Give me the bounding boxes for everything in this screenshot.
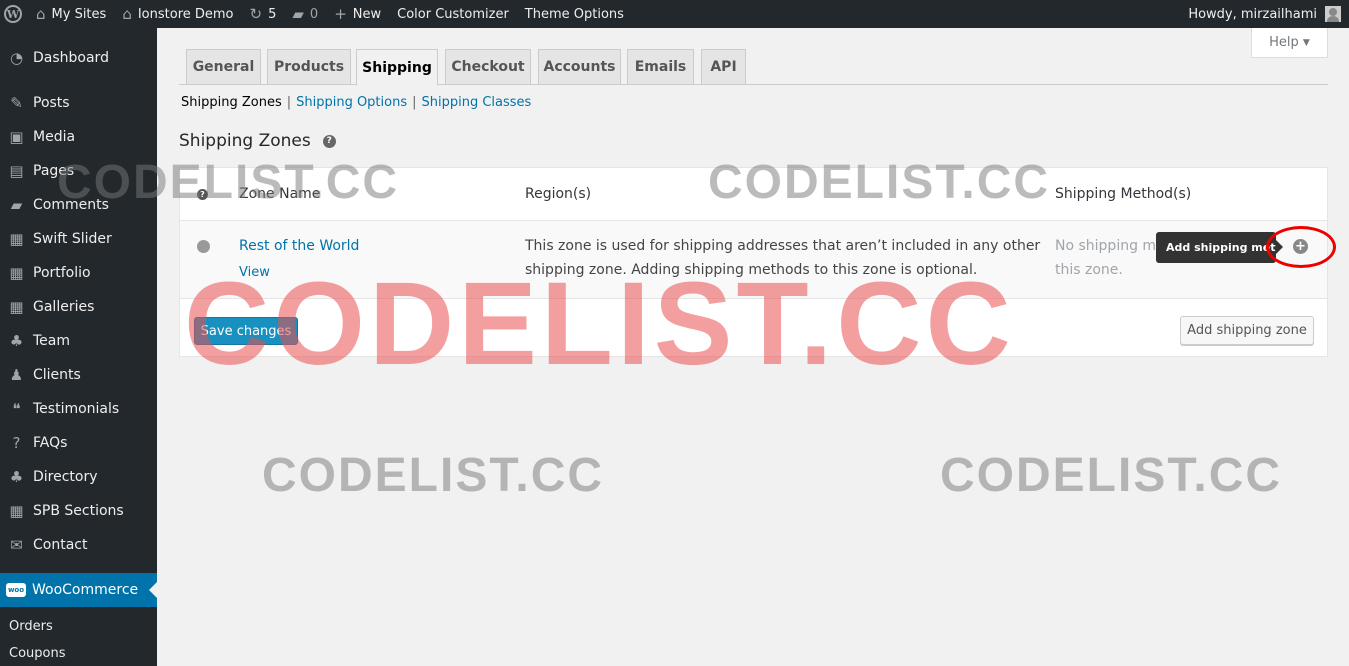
column-regions: Region(s) xyxy=(525,186,592,202)
tab-products[interactable]: Products xyxy=(267,49,351,85)
quote-icon: ❝ xyxy=(12,400,21,418)
dashboard-icon: ◔ xyxy=(9,49,24,67)
grid-icon: ▦ xyxy=(9,502,24,520)
add-shipping-zone-button[interactable]: Add shipping zone xyxy=(1180,316,1314,345)
pages-icon: ▤ xyxy=(9,162,24,180)
home-icon: ⌂ xyxy=(36,4,46,23)
dropdown-arrow-icon: ▼ xyxy=(1302,37,1310,48)
new-content-menu[interactable]: + New xyxy=(326,0,389,28)
sidebar-item-testimonials[interactable]: ❝ Testimonials xyxy=(0,392,157,426)
sidebar-item-contact[interactable]: ✉ Contact xyxy=(0,528,157,562)
sidebar-item-woocommerce[interactable]: woo WooCommerce xyxy=(0,573,157,607)
comments-menu[interactable]: ▰ 0 xyxy=(284,0,326,28)
help-icon: ? xyxy=(12,434,21,452)
sidebar-item-portfolio[interactable]: ▦ Portfolio xyxy=(0,256,157,290)
avatar xyxy=(1325,6,1341,22)
highlight-circle xyxy=(1266,226,1336,268)
tab-emails[interactable]: Emails xyxy=(627,49,694,85)
sidebar-subitem-orders[interactable]: Orders xyxy=(9,619,53,634)
sidebar-item-faqs[interactable]: ? FAQs xyxy=(0,426,157,460)
sidebar-item-team[interactable]: ♣ Team xyxy=(0,324,157,358)
woocommerce-icon: woo xyxy=(6,583,26,597)
watermark: CODELIST.CC xyxy=(184,258,1015,390)
theme-options-link[interactable]: Theme Options xyxy=(517,0,632,28)
zone-methods-text-2: this zone. xyxy=(1055,262,1123,278)
globe-icon xyxy=(197,240,210,253)
site-name-menu[interactable]: ⌂ Ionstore Demo xyxy=(114,0,241,28)
wordpress-logo-icon[interactable]: W xyxy=(4,5,22,23)
account-menu[interactable]: Howdy, mirzailhami xyxy=(1188,6,1349,22)
media-icon: ▣ xyxy=(9,128,24,146)
refresh-icon: ↻ xyxy=(249,4,263,23)
sidebar-item-swift-slider[interactable]: ▦ Swift Slider xyxy=(0,222,157,256)
tab-checkout[interactable]: Checkout xyxy=(445,49,531,85)
directory-icon: ♣ xyxy=(9,468,24,486)
sidebar-item-clients[interactable]: ♟ Clients xyxy=(0,358,157,392)
plus-icon: + xyxy=(334,4,347,23)
updates-menu[interactable]: ↻ 5 xyxy=(242,0,285,28)
house-icon: ⌂ xyxy=(122,4,132,23)
gallery-icon: ▦ xyxy=(9,298,24,316)
zone-name-link[interactable]: Rest of the World xyxy=(239,238,359,254)
sidebar-item-directory[interactable]: ♣ Directory xyxy=(0,460,157,494)
subnav-shipping-options[interactable]: Shipping Options xyxy=(296,95,407,110)
slider-icon: ▦ xyxy=(9,230,24,248)
pin-icon: ✎ xyxy=(10,94,23,112)
mail-icon: ✉ xyxy=(10,536,23,554)
comment-bubble-icon: ▰ xyxy=(292,4,304,23)
sidebar-item-dashboard[interactable]: ◔ Dashboard xyxy=(0,41,157,75)
watermark: CODELIST.CC xyxy=(262,449,605,502)
add-shipping-method-tooltip: Add shipping method xyxy=(1156,232,1276,263)
clients-icon: ♟ xyxy=(9,366,24,384)
admin-bar: W ⌂ My Sites ⌂ Ionstore Demo ↻ 5 ▰ 0 + New Co… xyxy=(0,0,1349,28)
sidebar-item-spb-sections[interactable]: ▦ SPB Sections xyxy=(0,494,157,528)
subnav-shipping-classes[interactable]: Shipping Classes xyxy=(422,95,532,110)
column-shipping-methods: Shipping Method(s) xyxy=(1055,186,1192,202)
shipping-subnav: Shipping Zones | Shipping Options | Shipping… xyxy=(181,95,532,110)
admin-sidebar: ◔ Dashboard ✎ Posts ▣ Media ▤ Pages ▰ Comment… xyxy=(0,28,157,666)
sidebar-item-galleries[interactable]: ▦ Galleries xyxy=(0,290,157,324)
zone-region-text: This zone is used for shipping addresses… xyxy=(525,238,1041,254)
sidebar-item-posts[interactable]: ✎ Posts xyxy=(0,86,157,120)
subnav-shipping-zones[interactable]: Shipping Zones xyxy=(181,95,282,110)
watermark: CODELIST.CC xyxy=(940,449,1283,502)
help-tip-icon[interactable]: ? xyxy=(322,134,336,148)
team-icon: ♣ xyxy=(9,332,24,350)
settings-tabs: General Products Shipping Checkout Accou… xyxy=(179,49,1328,86)
color-customizer-link[interactable]: Color Customizer xyxy=(389,0,517,28)
sidebar-item-media[interactable]: ▣ Media xyxy=(0,120,157,154)
zone-methods-text: No shipping me xyxy=(1055,238,1165,254)
watermark: CODELIST.CC xyxy=(708,156,1051,209)
tab-shipping[interactable]: Shipping xyxy=(356,49,438,86)
comment-icon: ▰ xyxy=(10,196,23,214)
tab-accounts[interactable]: Accounts xyxy=(538,49,621,85)
my-sites-menu[interactable]: ⌂ My Sites xyxy=(28,0,114,28)
watermark: CODELIST.CC xyxy=(57,156,400,209)
tab-general[interactable]: General xyxy=(186,49,261,85)
portfolio-icon: ▦ xyxy=(9,264,24,282)
sidebar-subitem-coupons[interactable]: Coupons xyxy=(9,646,66,661)
page-title: Shipping Zones ? xyxy=(179,131,336,151)
tab-api[interactable]: API xyxy=(701,49,746,85)
